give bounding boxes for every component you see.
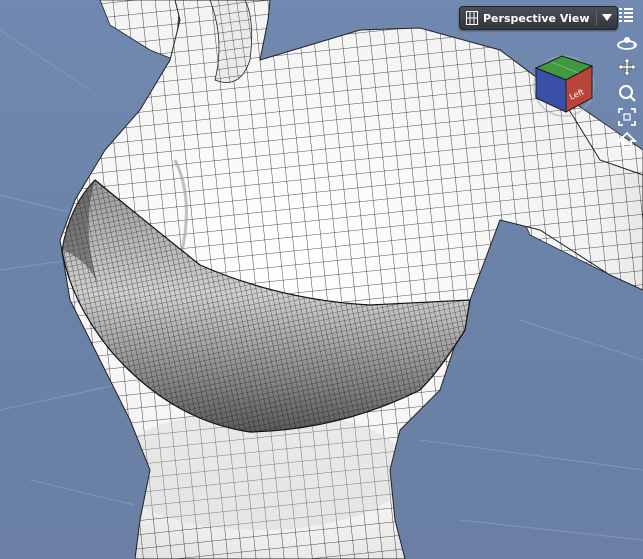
3d-viewport[interactable]: Perspective View Left [0, 0, 643, 559]
orbit-icon [616, 34, 638, 56]
view-name-label: Perspective View [483, 11, 590, 25]
zoom-icon [617, 83, 637, 107]
orbit-button[interactable] [614, 34, 640, 56]
zoom-button[interactable] [614, 84, 640, 106]
frame-button[interactable] [614, 108, 640, 130]
view-cube[interactable]: Left [528, 50, 598, 120]
view-grid-icon [463, 7, 481, 29]
pan-icon [617, 57, 637, 81]
pan-button[interactable] [614, 57, 640, 81]
frame-icon [617, 107, 637, 131]
chevron-down-icon[interactable] [597, 7, 617, 29]
view-selector-dropdown[interactable]: Perspective View [459, 6, 618, 30]
home-button[interactable] [614, 131, 640, 155]
viewport-menu-button[interactable] [616, 7, 636, 27]
menu-list-icon [618, 7, 634, 27]
home-icon [616, 131, 638, 155]
